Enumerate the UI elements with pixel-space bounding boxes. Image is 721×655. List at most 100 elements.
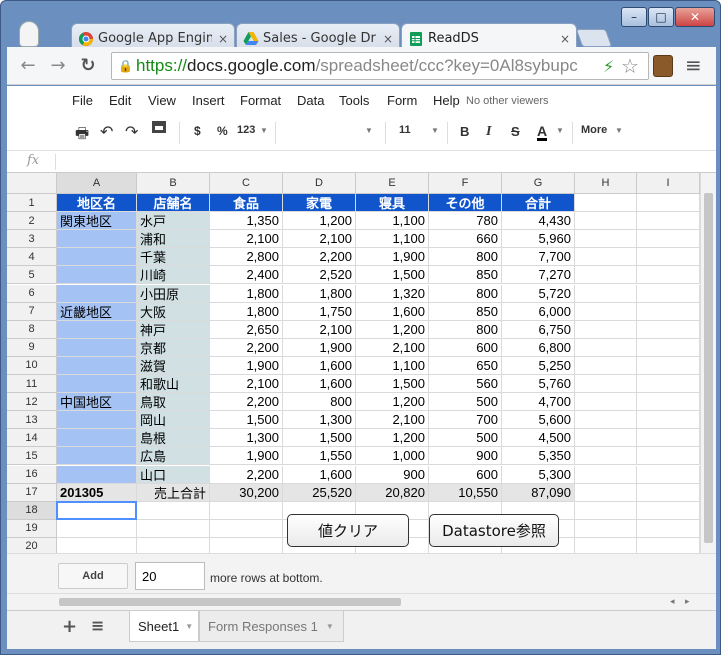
profile-icon[interactable] bbox=[19, 21, 39, 47]
value-cell[interactable]: 1,600 bbox=[356, 302, 429, 321]
store-cell[interactable]: 山口 bbox=[137, 465, 210, 484]
store-cell[interactable]: 和歌山 bbox=[137, 375, 210, 394]
region-cell[interactable] bbox=[57, 284, 137, 303]
region-cell[interactable] bbox=[57, 320, 137, 339]
store-cell[interactable]: 広島 bbox=[137, 447, 210, 466]
store-cell[interactable]: 島根 bbox=[137, 429, 210, 448]
value-cell[interactable]: 800 bbox=[283, 393, 356, 412]
store-cell[interactable]: 岡山 bbox=[137, 411, 210, 430]
column-title-cell[interactable]: その他 bbox=[429, 194, 502, 213]
row-header[interactable]: 10 bbox=[7, 356, 57, 375]
value-cell[interactable]: 6,000 bbox=[502, 302, 575, 321]
more-button[interactable]: More bbox=[581, 124, 607, 136]
corner-cell[interactable] bbox=[7, 173, 57, 194]
minimize-button[interactable]: – bbox=[621, 7, 647, 27]
value-cell[interactable]: 1,350 bbox=[210, 212, 283, 231]
store-cell[interactable]: 小田原 bbox=[137, 284, 210, 303]
value-cell[interactable]: 2,400 bbox=[210, 266, 283, 285]
lightning-icon[interactable]: ⚡ bbox=[603, 57, 614, 76]
rows-count-input[interactable]: 20 bbox=[135, 562, 205, 590]
add-rows-button[interactable]: Add bbox=[58, 563, 128, 589]
region-cell[interactable] bbox=[57, 411, 137, 430]
empty-cell[interactable] bbox=[637, 230, 700, 249]
empty-cell[interactable] bbox=[210, 519, 283, 538]
menu-file[interactable]: File bbox=[72, 93, 93, 108]
value-cell[interactable]: 1,200 bbox=[356, 393, 429, 412]
value-cell[interactable]: 1,900 bbox=[356, 248, 429, 267]
empty-cell[interactable] bbox=[575, 483, 637, 502]
empty-cell[interactable] bbox=[637, 302, 700, 321]
empty-cell[interactable] bbox=[637, 284, 700, 303]
empty-cell[interactable] bbox=[637, 212, 700, 231]
value-cell[interactable]: 1,600 bbox=[283, 356, 356, 375]
empty-cell[interactable] bbox=[137, 519, 210, 538]
value-cell[interactable]: 1,500 bbox=[356, 266, 429, 285]
percent-button[interactable]: % bbox=[217, 124, 228, 138]
row-header[interactable]: 17 bbox=[7, 483, 57, 502]
value-cell[interactable]: 5,350 bbox=[502, 447, 575, 466]
total-value-cell[interactable]: 87,090 bbox=[502, 483, 575, 502]
empty-cell[interactable] bbox=[637, 194, 700, 213]
scroll-thumb[interactable] bbox=[704, 193, 713, 543]
row-header[interactable]: 12 bbox=[7, 393, 57, 412]
empty-cell[interactable] bbox=[637, 356, 700, 375]
region-cell[interactable] bbox=[57, 447, 137, 466]
column-header-c[interactable]: C bbox=[210, 173, 283, 194]
value-cell[interactable]: 7,700 bbox=[502, 248, 575, 267]
strikethrough-button[interactable]: S bbox=[511, 124, 520, 139]
scroll-thumb[interactable] bbox=[59, 598, 401, 606]
empty-cell[interactable] bbox=[575, 212, 637, 231]
value-cell[interactable]: 660 bbox=[429, 230, 502, 249]
value-cell[interactable]: 5,300 bbox=[502, 465, 575, 484]
empty-cell[interactable] bbox=[575, 194, 637, 213]
value-cell[interactable]: 1,800 bbox=[210, 302, 283, 321]
empty-cell[interactable] bbox=[575, 519, 637, 538]
value-cell[interactable]: 2,200 bbox=[210, 338, 283, 357]
scroll-right-icon[interactable]: ▸ bbox=[685, 597, 690, 607]
value-cell[interactable]: 5,760 bbox=[502, 375, 575, 394]
value-cell[interactable]: 800 bbox=[429, 320, 502, 339]
tab-form-responses[interactable]: Form Responses 1 ▼ bbox=[199, 611, 344, 642]
value-cell[interactable]: 600 bbox=[429, 338, 502, 357]
region-cell[interactable] bbox=[57, 429, 137, 448]
value-cell[interactable]: 2,800 bbox=[210, 248, 283, 267]
empty-cell[interactable] bbox=[575, 465, 637, 484]
store-cell[interactable]: 浦和 bbox=[137, 230, 210, 249]
empty-cell[interactable] bbox=[575, 429, 637, 448]
value-cell[interactable]: 500 bbox=[429, 393, 502, 412]
empty-cell[interactable] bbox=[575, 338, 637, 357]
column-header-h[interactable]: H bbox=[575, 173, 637, 194]
row-header[interactable]: 9 bbox=[7, 338, 57, 357]
region-cell[interactable] bbox=[57, 338, 137, 357]
value-cell[interactable]: 700 bbox=[429, 411, 502, 430]
total-label-cell[interactable]: 201305 bbox=[57, 483, 137, 502]
value-cell[interactable]: 1,600 bbox=[283, 375, 356, 394]
value-cell[interactable]: 500 bbox=[429, 429, 502, 448]
value-cell[interactable]: 1,600 bbox=[283, 465, 356, 484]
value-cell[interactable]: 1,300 bbox=[283, 411, 356, 430]
menu-form[interactable]: Form bbox=[387, 93, 417, 108]
total-name-cell[interactable]: 売上合計 bbox=[137, 483, 210, 502]
value-cell[interactable]: 650 bbox=[429, 356, 502, 375]
menu-icon[interactable]: ≡ bbox=[685, 53, 702, 77]
empty-cell[interactable] bbox=[575, 411, 637, 430]
empty-cell[interactable] bbox=[637, 248, 700, 267]
region-cell[interactable]: 中国地区 bbox=[57, 393, 137, 412]
empty-cell[interactable] bbox=[575, 320, 637, 339]
empty-cell[interactable] bbox=[637, 266, 700, 285]
value-cell[interactable]: 1,900 bbox=[283, 338, 356, 357]
store-cell[interactable]: 神戸 bbox=[137, 320, 210, 339]
value-cell[interactable]: 1,750 bbox=[283, 302, 356, 321]
row-header[interactable]: 8 bbox=[7, 320, 57, 339]
empty-cell[interactable] bbox=[575, 284, 637, 303]
column-header-i[interactable]: I bbox=[637, 173, 700, 194]
value-cell[interactable]: 2,200 bbox=[210, 393, 283, 412]
total-value-cell[interactable]: 25,520 bbox=[283, 483, 356, 502]
empty-cell[interactable] bbox=[57, 519, 137, 538]
store-cell[interactable]: 水戸 bbox=[137, 212, 210, 231]
region-cell[interactable] bbox=[57, 266, 137, 285]
italic-button[interactable]: I bbox=[486, 124, 491, 140]
column-title-cell[interactable]: 地区名 bbox=[57, 194, 137, 213]
tab-close-icon[interactable]: × bbox=[383, 32, 393, 46]
value-cell[interactable]: 7,270 bbox=[502, 266, 575, 285]
